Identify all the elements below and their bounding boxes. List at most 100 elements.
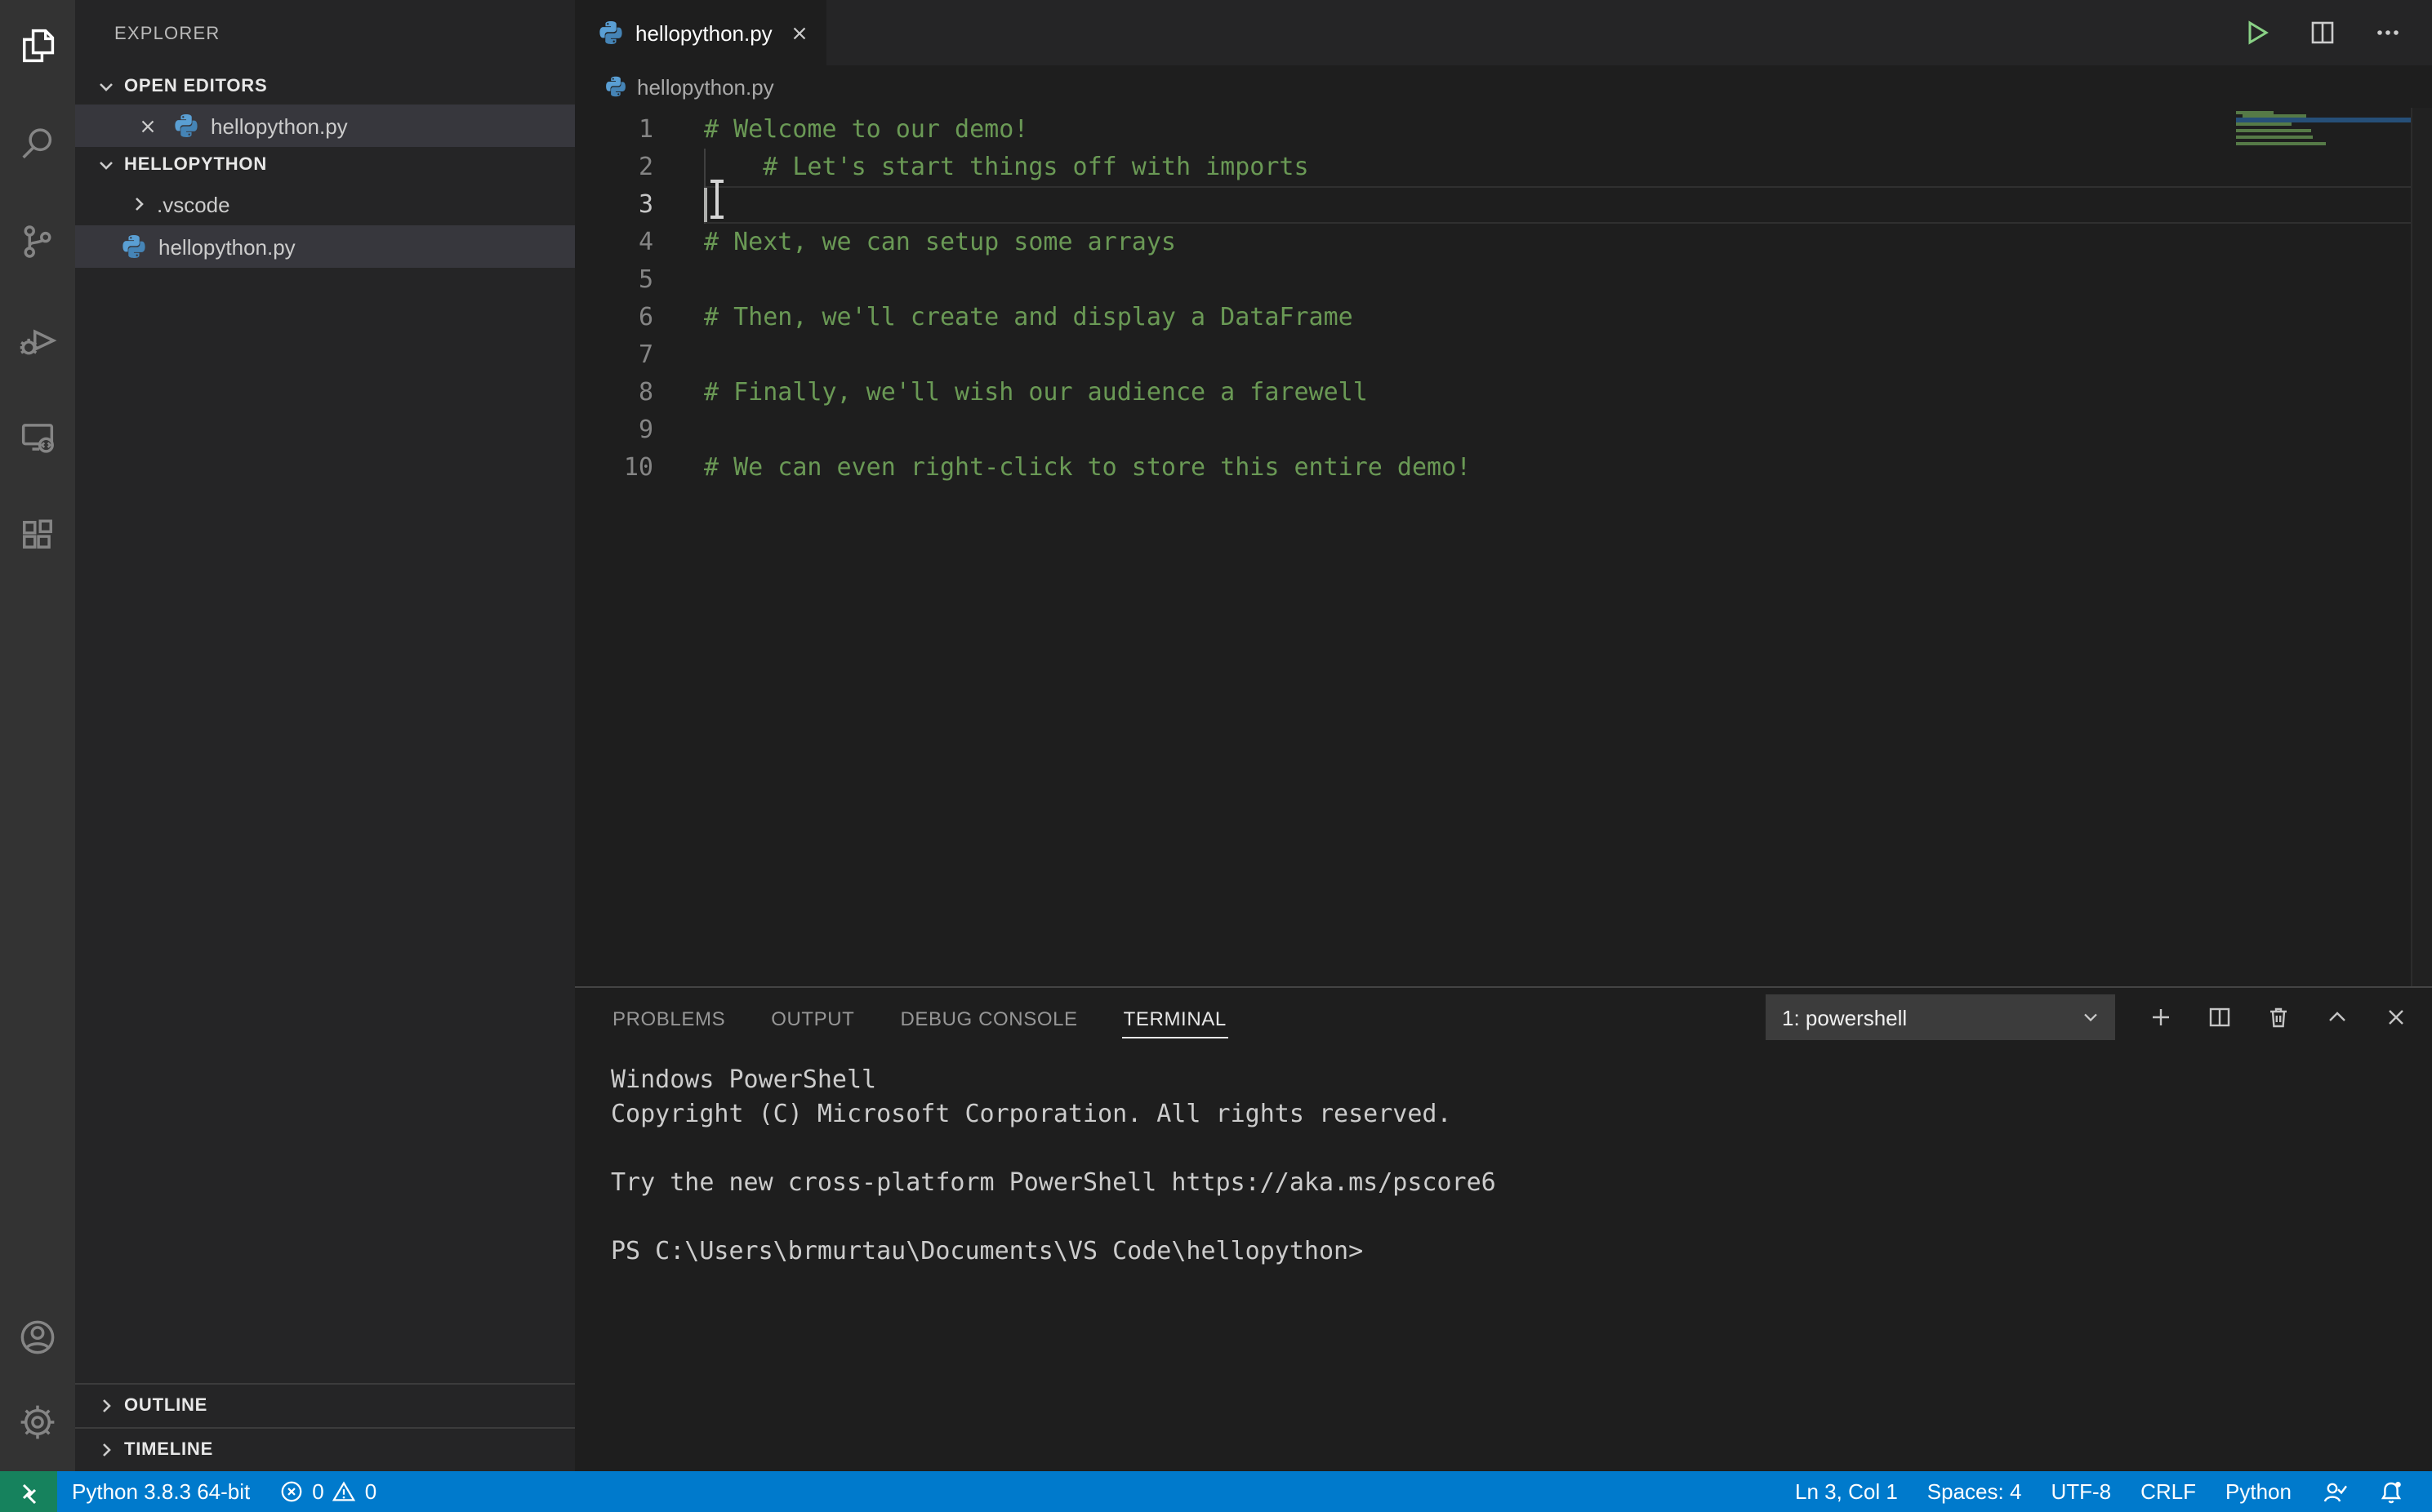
breadcrumb[interactable]: hellopython.py: [575, 65, 2432, 108]
outline-header[interactable]: OUTLINE: [75, 1383, 575, 1427]
line-number[interactable]: 4: [575, 224, 653, 261]
chevron-right-icon: [95, 1394, 118, 1417]
folder-label: .vscode: [157, 192, 230, 216]
panel-tab-problems[interactable]: PROBLEMS: [611, 997, 727, 1038]
language-mode[interactable]: Python: [2211, 1471, 2306, 1512]
bell-icon[interactable]: [2363, 1471, 2419, 1512]
minimap[interactable]: [2236, 111, 2412, 145]
python-icon: [604, 75, 627, 98]
warning-icon: [332, 1479, 357, 1504]
problems-status[interactable]: 0 0: [265, 1471, 391, 1512]
tree-item-vscode[interactable]: .vscode: [75, 183, 575, 225]
line-number[interactable]: 9: [575, 411, 653, 449]
line-number[interactable]: 5: [575, 261, 653, 299]
code-line[interactable]: 2 # Let's start things off with imports: [575, 149, 2236, 186]
line-number[interactable]: 10: [575, 449, 653, 487]
code-line[interactable]: 7: [575, 336, 2236, 374]
error-count: 0: [312, 1479, 323, 1504]
breadcrumb-item[interactable]: hellopython.py: [637, 74, 774, 99]
cursor-position[interactable]: Ln 3, Col 1: [1780, 1471, 1913, 1512]
panel-tab-terminal[interactable]: TERMINAL: [1122, 997, 1228, 1038]
code-text: # Welcome to our demo!: [653, 111, 1028, 149]
mouse-ibeam-cursor: [706, 178, 728, 220]
sidebar-title: EXPLORER: [75, 0, 575, 69]
python-icon: [121, 233, 147, 260]
more-actions-icon[interactable]: [2373, 18, 2403, 47]
chevron-right-icon: [127, 193, 150, 216]
close-icon[interactable]: [134, 113, 160, 139]
open-editors-header[interactable]: OPEN EDITORS: [75, 69, 575, 105]
maximize-panel-icon[interactable]: [2324, 1004, 2350, 1030]
code-line[interactable]: 3: [575, 186, 2236, 224]
close-panel-icon[interactable]: [2383, 1004, 2409, 1030]
code-line[interactable]: 10# We can even right-click to store thi…: [575, 449, 2236, 487]
panel-tab-output[interactable]: OUTPUT: [769, 997, 856, 1038]
panel-tabs: PROBLEMS OUTPUT DEBUG CONSOLE TERMINAL: [611, 997, 1228, 1038]
timeline-header[interactable]: TIMELINE: [75, 1427, 575, 1471]
minimap-line: [2236, 114, 2412, 118]
code-text: # Let's start things off with imports: [653, 149, 1309, 186]
line-number[interactable]: 3: [575, 186, 653, 224]
code-line[interactable]: 6# Then, we'll create and display a Data…: [575, 299, 2236, 336]
python-interpreter[interactable]: Python 3.8.3 64-bit: [57, 1471, 265, 1512]
encoding[interactable]: UTF-8: [2036, 1471, 2126, 1512]
code-text: # Next, we can setup some arrays: [653, 224, 1176, 261]
tab-hellopython[interactable]: hellopython.py: [575, 0, 826, 65]
close-icon[interactable]: [789, 22, 810, 43]
code-line[interactable]: 5: [575, 261, 2236, 299]
error-icon: [279, 1479, 304, 1504]
line-number[interactable]: 2: [575, 149, 653, 186]
split-terminal-icon[interactable]: [2207, 1004, 2233, 1030]
terminal-line: Copyright (C) Microsoft Corporation. All…: [611, 1097, 2432, 1132]
remote-monitor-icon[interactable]: [0, 402, 75, 474]
tree-item-hellopython[interactable]: hellopython.py: [75, 225, 575, 268]
activity-bar: [0, 0, 75, 1471]
chevron-down-icon: [2079, 1006, 2102, 1029]
line-number[interactable]: 8: [575, 374, 653, 411]
new-terminal-icon[interactable]: [2148, 1004, 2174, 1030]
files-icon[interactable]: [0, 10, 75, 82]
terminal-output[interactable]: Windows PowerShellCopyright (C) Microsof…: [575, 1047, 2432, 1471]
panel-tab-debug-console[interactable]: DEBUG CONSOLE: [898, 997, 1079, 1038]
vscode-window: EXPLORER OPEN EDITORS hellopython.py: [0, 0, 2432, 1512]
line-number[interactable]: 6: [575, 299, 653, 336]
terminal-line: PS C:\Users\brmurtau\Documents\VS Code\h…: [611, 1234, 2432, 1269]
folder-header[interactable]: HELLOPYTHON: [75, 147, 575, 183]
extensions-icon[interactable]: [0, 500, 75, 571]
terminal-line: [611, 1200, 2432, 1234]
line-number[interactable]: 7: [575, 336, 653, 374]
code-text: [653, 261, 704, 299]
code-text: [653, 186, 704, 224]
terminal-select-value: 1: powershell: [1782, 1005, 2079, 1029]
chevron-down-icon: [95, 75, 118, 98]
open-editor-item[interactable]: hellopython.py: [75, 105, 575, 147]
code-line[interactable]: 9: [575, 411, 2236, 449]
feedback-person-icon[interactable]: [2306, 1471, 2363, 1512]
terminal-line: [611, 1132, 2432, 1166]
line-number[interactable]: 1: [575, 111, 653, 149]
indentation[interactable]: Spaces: 4: [1913, 1471, 2037, 1512]
chevron-right-icon: [95, 1439, 118, 1461]
run-icon[interactable]: [2239, 16, 2272, 49]
code-line[interactable]: 8# Finally, we'll wish our audience a fa…: [575, 374, 2236, 411]
code-text: # Then, we'll create and display a DataF…: [653, 299, 1353, 336]
gear-icon[interactable]: [0, 1386, 75, 1458]
python-icon: [598, 20, 624, 46]
file-label: hellopython.py: [158, 234, 296, 259]
account-icon[interactable]: [0, 1301, 75, 1373]
git-branch-icon[interactable]: [0, 206, 75, 278]
terminal-select[interactable]: 1: powershell: [1766, 994, 2115, 1040]
panel-header: PROBLEMS OUTPUT DEBUG CONSOLE TERMINAL 1: p…: [575, 988, 2432, 1047]
debug-icon[interactable]: [0, 304, 75, 376]
remote-indicator[interactable]: [0, 1471, 57, 1512]
kill-terminal-icon[interactable]: [2265, 1004, 2292, 1030]
eol-sequence[interactable]: CRLF: [2126, 1471, 2211, 1512]
bottom-panel: PROBLEMS OUTPUT DEBUG CONSOLE TERMINAL 1: p…: [575, 986, 2432, 1471]
search-icon[interactable]: [0, 108, 75, 180]
code-text: [653, 336, 704, 374]
code-editor[interactable]: 1# Welcome to our demo!2 # Let's start t…: [575, 108, 2432, 986]
split-editor-icon[interactable]: [2308, 18, 2337, 47]
code-line[interactable]: 1# Welcome to our demo!: [575, 111, 2236, 149]
code-line[interactable]: 4# Next, we can setup some arrays: [575, 224, 2236, 261]
editor-scrollbar[interactable]: [2411, 108, 2432, 986]
